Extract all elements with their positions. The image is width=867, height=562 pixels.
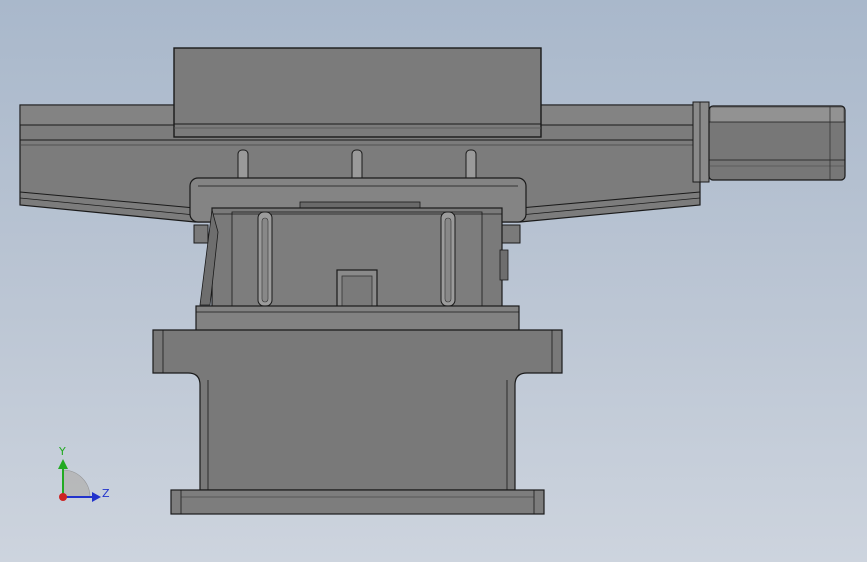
cad-model-view[interactable]: Y Z (0, 0, 867, 562)
center-bore-inner (341, 275, 373, 307)
z-axis-arrow (92, 492, 101, 502)
mid-flange (195, 305, 520, 332)
pedestal-top-flange (152, 329, 563, 491)
coordinate-triad[interactable]: Y Z (58, 445, 110, 502)
triad-plane-arc (62, 469, 91, 498)
y-axis-label: Y (58, 445, 66, 458)
y-axis-arrow (58, 459, 68, 469)
bracket-side-tab (501, 224, 521, 244)
graphics-viewport[interactable]: Y Z (0, 0, 867, 562)
bracket-side-tab (193, 224, 209, 244)
motor-top-highlight (711, 108, 843, 122)
housing-bolt-inner (261, 217, 269, 303)
gear-housing[interactable] (199, 207, 509, 309)
z-axis-label: Z (102, 487, 110, 500)
housing-bolt-inner (444, 217, 452, 303)
rail-end-cap (692, 101, 710, 183)
x-axis-origin (59, 493, 67, 501)
housing-right-lug (499, 249, 509, 281)
base-plate (170, 489, 545, 515)
base-pedestal[interactable] (152, 305, 563, 515)
